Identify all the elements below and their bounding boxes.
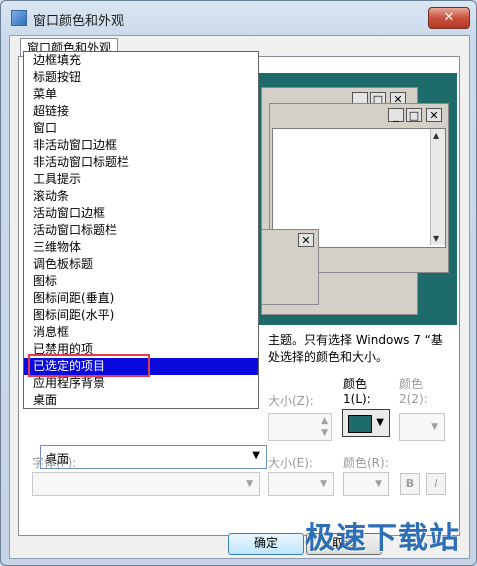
preview-scrollbar: ▲ ▼: [430, 129, 445, 245]
close-icon: ✕: [426, 108, 442, 122]
description-text: 主题。只有选择 Windows 7 “基 处选择的颜色和大小。: [268, 332, 454, 366]
chevron-down-icon[interactable]: ▼: [376, 417, 384, 428]
font-combobox: ▼: [32, 472, 260, 496]
list-item[interactable]: 活动窗口标题栏: [24, 222, 258, 239]
list-item[interactable]: 消息框: [24, 324, 258, 341]
watermark-text: 极速下载站: [305, 521, 460, 556]
font-size-combobox: ▼: [268, 472, 334, 496]
color-palette-icon: [11, 10, 27, 26]
chevron-down-icon: ▼: [375, 479, 382, 489]
window-title: 窗口颜色和外观: [33, 14, 125, 29]
list-item[interactable]: 已选定的项目: [24, 358, 258, 375]
color1-label-bottom: 1(L):: [343, 392, 371, 406]
chevron-down-icon[interactable]: ▼: [252, 450, 260, 461]
color2-label-bottom: 2(2):: [399, 392, 428, 406]
minimize-icon: _: [388, 108, 404, 122]
description-line-2: 处选择的颜色和大小。: [268, 350, 389, 364]
list-item[interactable]: 边框填充: [24, 52, 258, 69]
italic-button: I: [426, 473, 446, 495]
color1-swatch: [348, 415, 372, 433]
list-item[interactable]: 滚动条: [24, 188, 258, 205]
list-item[interactable]: 标题按钮: [24, 69, 258, 86]
spin-down-icon: ▼: [321, 428, 328, 438]
color2-label-top: 颜色: [399, 377, 424, 391]
spin-up-icon: ▲: [321, 416, 328, 426]
list-item[interactable]: 非活动窗口标题栏: [24, 154, 258, 171]
list-item[interactable]: 三维物体: [24, 239, 258, 256]
item-dropdown-list[interactable]: 边框填充 标题按钮 菜单 超链接 窗口 非活动窗口边框 非活动窗口标题栏 工具提示 滚动条 活动窗…: [23, 51, 259, 409]
font-size-label: 大小(E):: [268, 456, 313, 470]
list-item[interactable]: 已禁用的项: [24, 341, 258, 358]
preview-message-box: ✕: [261, 229, 319, 305]
color1-label-top: 颜色: [343, 377, 368, 391]
list-item[interactable]: 工具提示: [24, 171, 258, 188]
chevron-down-icon: ▼: [320, 479, 327, 489]
list-item[interactable]: 菜单: [24, 86, 258, 103]
list-item[interactable]: 图标间距(垂直): [24, 290, 258, 307]
font-color-label: 颜色(R):: [343, 456, 389, 470]
list-item[interactable]: 桌面: [24, 392, 258, 409]
list-item[interactable]: 非活动窗口边框: [24, 137, 258, 154]
list-item[interactable]: 超链接: [24, 103, 258, 120]
close-icon: ✕: [298, 233, 314, 247]
close-button[interactable]: ✕: [428, 7, 470, 29]
size-spinner: ▲ ▼: [268, 413, 332, 441]
description-line-1: 主题。只有选择 Windows 7 “基: [268, 333, 443, 347]
font-label: 字体(F):: [32, 456, 77, 470]
title-bar: 窗口颜色和外观 ✕: [1, 1, 476, 35]
list-item[interactable]: 图标间距(水平): [24, 307, 258, 324]
list-item[interactable]: 应用程序背景: [24, 375, 258, 392]
bold-button: B: [400, 473, 420, 495]
size-label: 大小(Z):: [268, 394, 314, 408]
maximize-icon: □: [406, 108, 422, 122]
appearance-preview: _ □ ✕ _ □ ✕ ▲ ▼ ✕: [259, 73, 457, 325]
dialog-window: 窗口颜色和外观 ✕ 窗口颜色和外观 _ □ ✕ _ □ ✕ ▲ ▼ ✕ 主题。只…: [0, 0, 477, 566]
color1-button[interactable]: ▼: [342, 409, 390, 437]
chevron-down-icon: ▼: [246, 479, 253, 489]
list-item[interactable]: 调色板标题: [24, 256, 258, 273]
list-item[interactable]: 窗口: [24, 120, 258, 137]
ok-button[interactable]: 确定: [228, 533, 304, 555]
list-item[interactable]: 活动窗口边框: [24, 205, 258, 222]
list-item[interactable]: 图标: [24, 273, 258, 290]
color2-button: ▼: [399, 413, 445, 441]
scroll-up-icon: ▲: [433, 131, 440, 140]
chevron-down-icon: ▼: [431, 422, 438, 432]
scroll-down-icon: ▼: [433, 234, 440, 243]
font-color-button: ▼: [343, 472, 389, 496]
